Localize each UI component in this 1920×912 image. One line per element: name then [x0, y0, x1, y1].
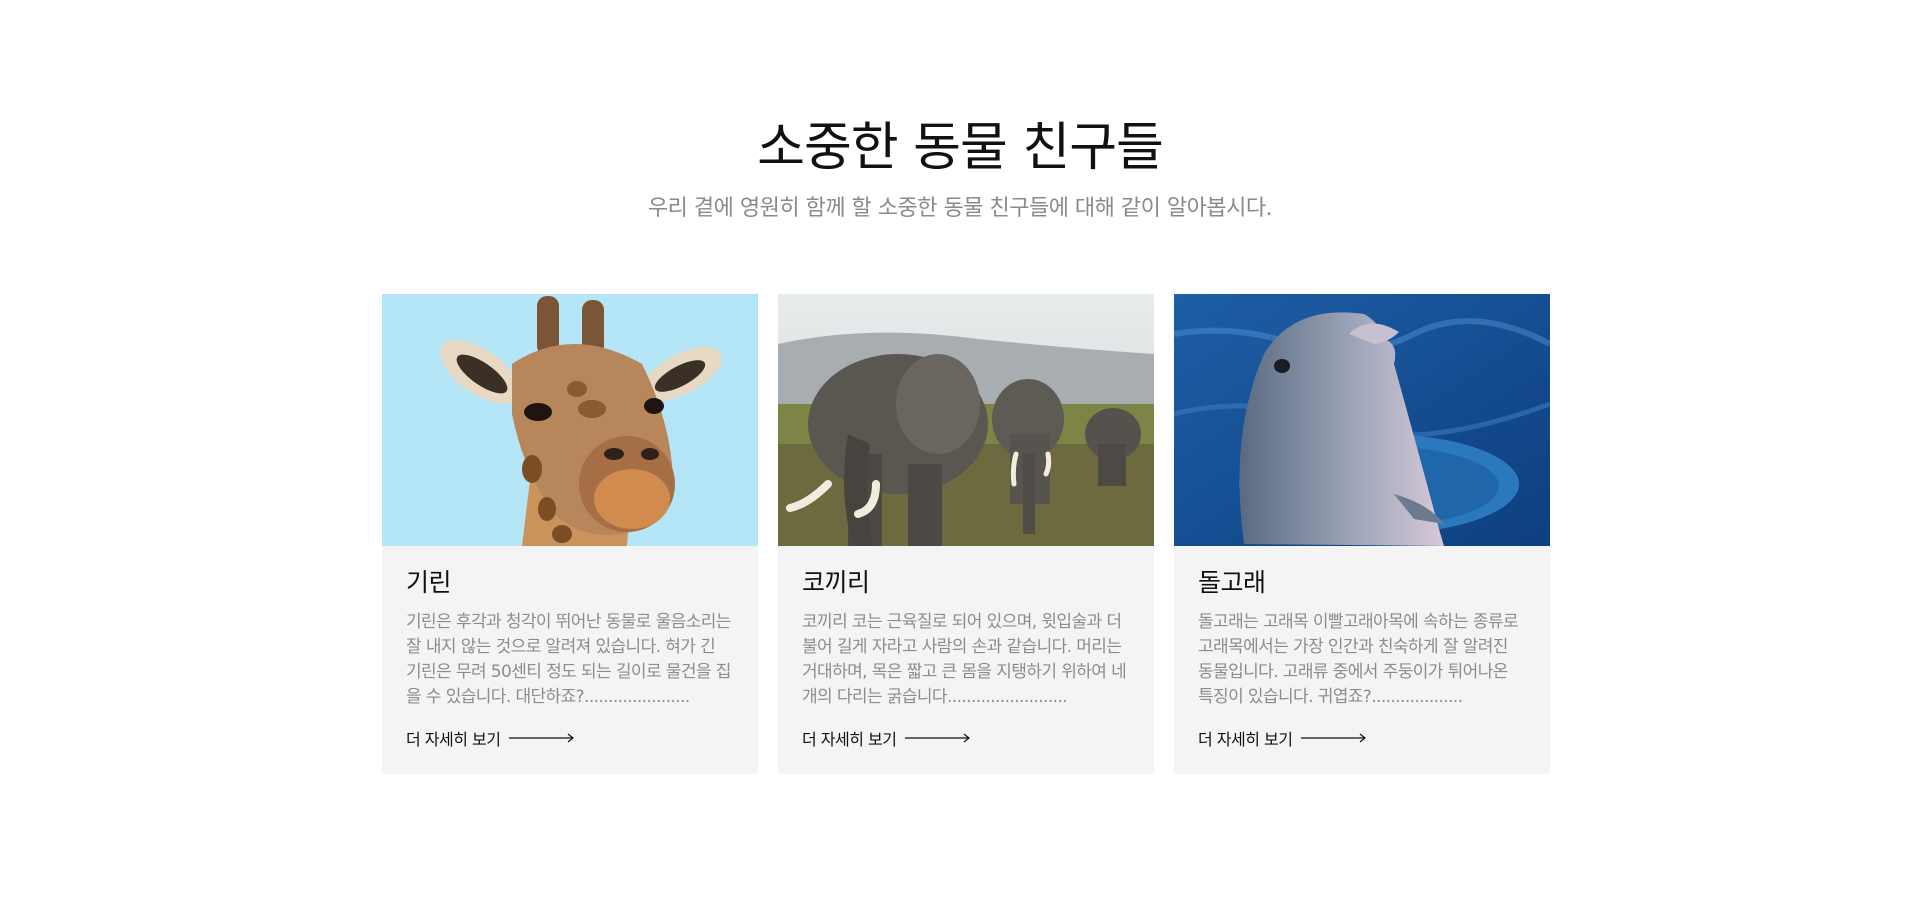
page-title: 소중한 동물 친구들 — [757, 118, 1164, 178]
arrow-right-icon — [904, 733, 970, 743]
dolphin-photo — [1174, 294, 1550, 546]
card-dolphin: 돌고래 돌고래는 고래목 이빨고래아목에 속하는 종류로 고래목에서는 가장 인… — [1174, 294, 1550, 774]
more-details-link[interactable]: 더 자세히 보기 — [1198, 726, 1367, 750]
more-details-label: 더 자세히 보기 — [406, 730, 501, 749]
arrow-right-icon — [508, 733, 574, 743]
elephant-photo — [778, 294, 1154, 546]
giraffe-photo — [382, 294, 758, 546]
more-details-label: 더 자세히 보기 — [1198, 730, 1293, 749]
card-description: 기린은 후각과 청각이 뛰어난 동물로 울음소리는 잘 내지 않는 것으로 알려… — [406, 612, 731, 707]
card-body: 돌고래 돌고래는 고래목 이빨고래아목에 속하는 종류로 고래목에서는 가장 인… — [1174, 546, 1550, 710]
card-description: 돌고래는 고래목 이빨고래아목에 속하는 종류로 고래목에서는 가장 인간과 친… — [1198, 612, 1519, 707]
card-title: 기린 — [406, 568, 452, 597]
card-body: 코끼리 코끼리 코는 근육질로 되어 있으며, 윗입술과 더불어 길게 자라고 … — [778, 546, 1154, 710]
more-details-label: 더 자세히 보기 — [802, 730, 897, 749]
card-body: 기린 기린은 후각과 청각이 뛰어난 동물로 울음소리는 잘 내지 않는 것으로… — [382, 546, 758, 710]
card-giraffe: 기린 기린은 후각과 청각이 뛰어난 동물로 울음소리는 잘 내지 않는 것으로… — [382, 294, 758, 774]
card-title: 돌고래 — [1198, 568, 1266, 597]
card-description: 코끼리 코는 근육질로 되어 있으며, 윗입술과 더불어 길게 자라고 사람의 … — [802, 612, 1127, 707]
card-title: 코끼리 — [802, 568, 870, 597]
more-details-link[interactable]: 더 자세히 보기 — [406, 726, 575, 750]
more-details-link[interactable]: 더 자세히 보기 — [802, 726, 971, 750]
card-list: 기린 기린은 후각과 청각이 뛰어난 동물로 울음소리는 잘 내지 않는 것으로… — [382, 294, 1552, 774]
arrow-right-icon — [1300, 733, 1366, 743]
animal-friends-section: 소중한 동물 친구들 우리 곁에 영원히 함께 할 소중한 동물 친구들에 대해… — [0, 0, 1920, 912]
page-subtitle: 우리 곁에 영원히 함께 할 소중한 동물 친구들에 대해 같이 알아봅시다. — [647, 196, 1273, 221]
card-elephant: 코끼리 코끼리 코는 근육질로 되어 있으며, 윗입술과 더불어 길게 자라고 … — [778, 294, 1154, 774]
